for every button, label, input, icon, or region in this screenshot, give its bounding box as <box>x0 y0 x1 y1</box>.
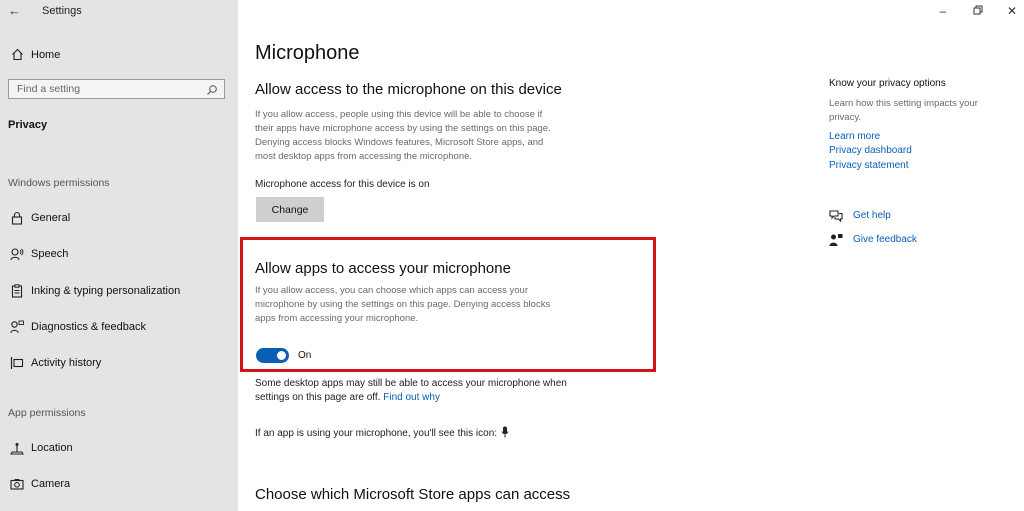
title-bar-left: ← Settings <box>0 0 238 26</box>
privacy-options-title: Know your privacy options <box>829 78 946 89</box>
section-title-privacy: Privacy <box>8 119 48 131</box>
privacy-options-description: Learn how this setting impacts your priv… <box>829 97 1007 125</box>
location-icon <box>9 440 25 456</box>
desc-line: apps from accessing your microphone. <box>255 313 419 324</box>
sidebar-item-label: Activity history <box>31 357 102 369</box>
microphone-icon <box>501 426 509 441</box>
device-access-heading: Allow access to the microphone on this d… <box>255 81 562 98</box>
app-access-toggle[interactable] <box>256 348 289 363</box>
nav-home[interactable]: Home <box>0 43 238 67</box>
desc-line: If you allow access, you can choose whic… <box>255 285 529 296</box>
page-title: Microphone <box>255 42 360 64</box>
privacy-statement-link[interactable]: Privacy statement <box>829 160 908 171</box>
sidebar-item-label: Diagnostics & feedback <box>31 321 146 333</box>
main-content: – ✕ Microphone Allow access to the micro… <box>238 0 1024 511</box>
desc-line: privacy. <box>829 112 862 123</box>
sidebar-item-camera[interactable]: Camera <box>0 472 238 496</box>
group-header-app-permissions: App permissions <box>8 407 86 419</box>
desc-line: most desktop apps from accessing the mic… <box>255 151 473 162</box>
home-icon <box>9 46 25 62</box>
toggle-state-label: On <box>298 350 312 361</box>
desktop-apps-note: Some desktop apps may still be able to a… <box>255 378 567 389</box>
activity-history-icon <box>9 355 25 371</box>
search-placeholder: Find a setting <box>17 83 81 95</box>
toggle-knob <box>277 351 286 360</box>
desc-line: microphone by using the settings on this… <box>255 299 551 310</box>
sidebar-item-label: Location <box>31 442 73 454</box>
lock-icon <box>9 210 25 226</box>
desc-line: Denying access blocks Windows features, … <box>255 137 544 148</box>
sidebar-item-label: Camera <box>31 478 71 490</box>
sidebar-item-speech[interactable]: Speech <box>0 242 238 266</box>
device-access-status: Microphone access for this device is on <box>255 179 430 190</box>
device-access-description: If you allow access, people using this d… <box>255 108 600 164</box>
desc-line: Learn how this setting impacts your <box>829 98 978 109</box>
app-access-description: If you allow access, you can choose whic… <box>255 284 600 326</box>
learn-more-link[interactable]: Learn more <box>829 131 880 142</box>
minimize-icon[interactable]: – <box>935 4 951 18</box>
desktop-apps-note-line2: settings on this page are off. Find out … <box>255 392 440 403</box>
give-feedback-icon <box>829 233 843 247</box>
speech-icon <box>9 246 25 262</box>
desc-line: If you allow access, people using this d… <box>255 109 543 120</box>
sidebar-item-label: Speech <box>31 248 69 260</box>
privacy-dashboard-link[interactable]: Privacy dashboard <box>829 145 912 156</box>
feedback-person-icon <box>9 319 25 335</box>
sidebar-item-label: General <box>31 212 71 224</box>
sidebar-item-general[interactable]: General <box>0 206 238 230</box>
sidebar-item-inking-typing[interactable]: Inking & typing personalization <box>0 279 238 303</box>
find-out-why-link[interactable]: Find out why <box>383 392 440 403</box>
get-help-link[interactable]: Get help <box>853 210 891 221</box>
back-arrow-icon[interactable]: ← <box>8 4 22 18</box>
close-icon[interactable]: ✕ <box>1004 4 1020 18</box>
clipboard-icon <box>9 283 25 299</box>
sidebar: ← Settings Home Find a setting Privacy W… <box>0 0 238 511</box>
window-title: Settings <box>42 5 82 17</box>
store-apps-heading: Choose which Microsoft Store apps can ac… <box>255 486 571 503</box>
mic-icon-note: If an app is using your microphone, you'… <box>255 426 509 441</box>
sidebar-item-label: Inking & typing personalization <box>31 285 181 297</box>
camera-icon <box>9 476 25 492</box>
nav-home-label: Home <box>31 49 61 61</box>
sidebar-item-location[interactable]: Location <box>0 436 238 460</box>
mic-icon-note-text: If an app is using your microphone, you'… <box>255 428 498 439</box>
give-feedback-link[interactable]: Give feedback <box>853 234 917 245</box>
desktop-apps-note-text: settings on this page are off. <box>255 392 381 403</box>
group-header-windows-permissions: Windows permissions <box>8 177 110 189</box>
sidebar-item-activity-history[interactable]: Activity history <box>0 351 238 375</box>
restore-icon[interactable] <box>970 4 986 18</box>
change-button[interactable]: Change <box>256 197 324 222</box>
app-access-heading: Allow apps to access your microphone <box>255 260 511 277</box>
sidebar-item-diagnostics[interactable]: Diagnostics & feedback <box>0 315 238 339</box>
search-icon[interactable] <box>206 83 218 95</box>
get-help-icon <box>829 209 843 223</box>
search-input[interactable]: Find a setting <box>8 79 225 99</box>
desc-line: their apps have microphone access by usi… <box>255 123 551 134</box>
